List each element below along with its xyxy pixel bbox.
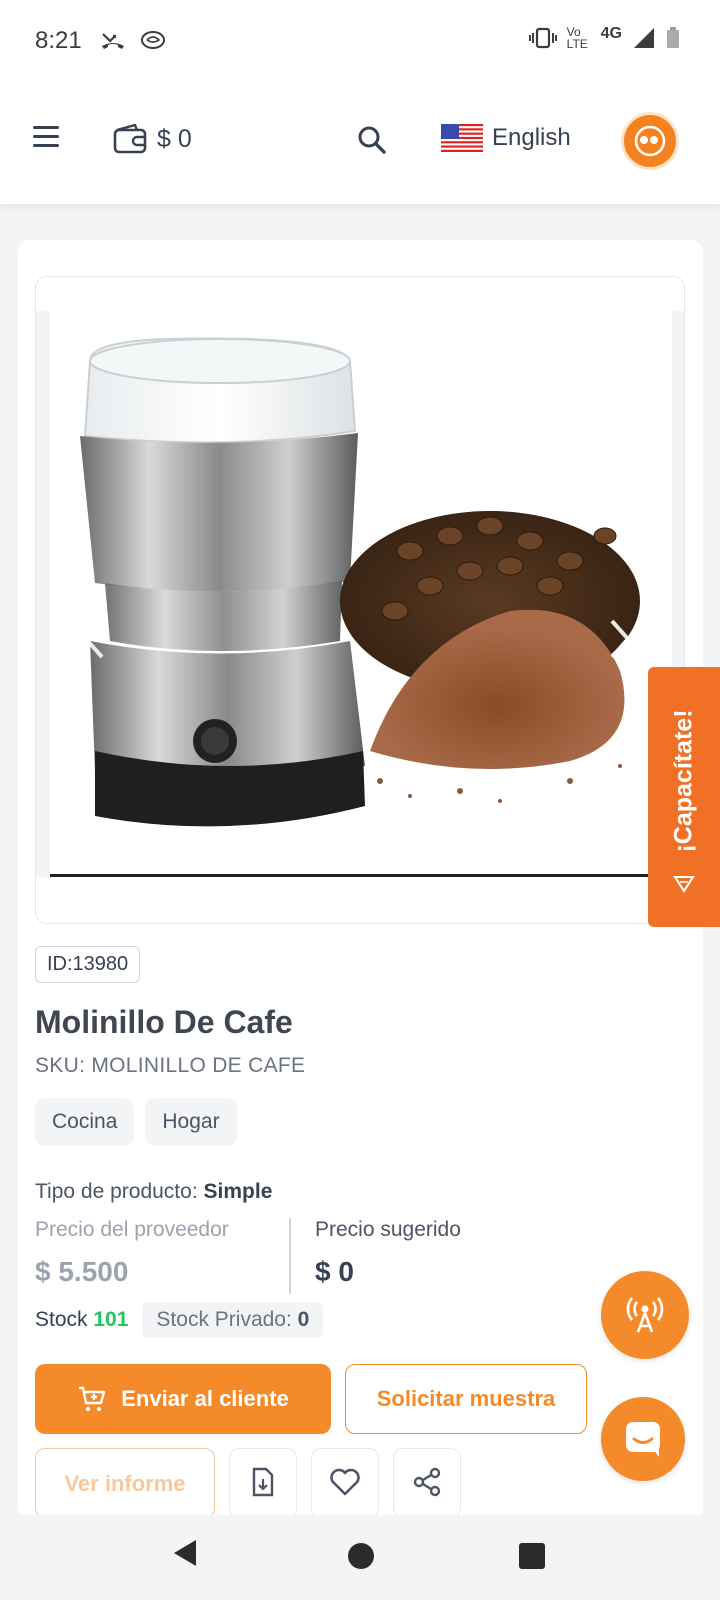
us-flag-icon [441, 124, 483, 152]
share-icon [413, 1467, 441, 1497]
price-divider [289, 1218, 291, 1294]
wallet-amount: $ 0 [157, 124, 192, 153]
user-avatar[interactable] [624, 115, 676, 167]
radio-tower-icon [626, 1297, 664, 1333]
favorite-button[interactable] [311, 1448, 379, 1518]
suggested-price: Precio sugerido $ 0 [315, 1218, 461, 1288]
coffee-grinder-illustration [80, 337, 640, 827]
heart-icon [330, 1468, 360, 1496]
tag-cocina[interactable]: Cocina [35, 1098, 135, 1146]
download-button[interactable] [229, 1448, 297, 1518]
category-tags: Cocina Hogar [35, 1098, 237, 1146]
stock-label: Stock [35, 1308, 88, 1331]
home-icon[interactable] [348, 1543, 374, 1569]
carousel-next-icon[interactable] [604, 617, 634, 661]
supplier-price-value: $ 5.500 [35, 1256, 129, 1287]
app-header: $ 0 English [0, 82, 720, 204]
share-button[interactable] [393, 1448, 461, 1518]
send-to-client-label: Enviar al cliente [121, 1386, 289, 1411]
product-type: Tipo de producto: Simple [35, 1180, 272, 1204]
product-card: ID:13980 Molinillo De Cafe SKU: MOLINILL… [18, 240, 703, 1520]
status-bar: 8:21 Vo LTE 4G [0, 0, 720, 82]
volte-indicator: Vo LTE [566, 25, 588, 51]
private-stock-value: 0 [297, 1308, 310, 1331]
product-sku: SKU: MOLINILLO DE CAFE [35, 1054, 306, 1077]
training-tab-label: ¡Capacítate! [669, 709, 698, 853]
product-type-value: Simple [203, 1180, 273, 1203]
training-tab[interactable]: ¡Capacítate! [648, 667, 720, 927]
price-box: Precio del proveedor $ 5.500 Precio suge… [35, 1218, 675, 1298]
document-download-icon [252, 1467, 274, 1497]
suggested-price-value: $ 0 [315, 1256, 354, 1287]
stock-value: 101 [93, 1308, 129, 1331]
private-stock-label: Stock Privado: [156, 1308, 292, 1331]
avatar-logo-icon [634, 125, 666, 157]
language-selector[interactable]: English [441, 124, 571, 152]
menu-icon[interactable] [33, 126, 59, 148]
training-icon [673, 876, 695, 893]
wallet-balance[interactable]: $ 0 [113, 124, 192, 154]
wallet-icon [113, 124, 147, 154]
cart-icon [79, 1386, 106, 1412]
suggested-price-label: Precio sugerido [315, 1218, 461, 1241]
chat-support-button[interactable] [601, 1397, 685, 1481]
view-report-button[interactable]: Ver informe [35, 1448, 215, 1518]
battery-icon [667, 27, 679, 48]
stock-info: Stock 101 Stock Privado: 0 [35, 1302, 324, 1338]
request-sample-button[interactable]: Solicitar muestra [345, 1364, 587, 1434]
app-notification-icon [141, 31, 165, 49]
send-to-client-button[interactable]: Enviar al cliente [35, 1364, 331, 1434]
supplier-price: Precio del proveedor $ 5.500 [35, 1218, 229, 1288]
product-type-label: Tipo de producto: [35, 1180, 198, 1203]
chat-icon [626, 1422, 660, 1457]
supplier-price-label: Precio del proveedor [35, 1218, 229, 1241]
search-icon[interactable] [356, 124, 388, 156]
status-time: 8:21 [35, 27, 82, 54]
vibrate-icon [528, 27, 557, 49]
signal-icon [634, 28, 654, 48]
carousel-prev-icon[interactable] [80, 617, 110, 661]
network-type: 4G [600, 25, 622, 42]
product-image [50, 311, 660, 877]
back-icon[interactable] [172, 1538, 198, 1568]
recent-apps-icon[interactable] [519, 1543, 545, 1569]
missed-call-icon [102, 33, 124, 49]
product-id-badge: ID:13980 [35, 946, 141, 983]
language-label: English [492, 124, 571, 151]
tag-hogar[interactable]: Hogar [145, 1098, 237, 1146]
system-navigation-bar [0, 1515, 720, 1600]
product-image-carousel[interactable] [35, 276, 685, 924]
secondary-actions: Ver informe [35, 1448, 461, 1518]
private-stock-badge: Stock Privado: 0 [142, 1302, 324, 1338]
product-title: Molinillo De Cafe [35, 1004, 293, 1040]
live-broadcast-button[interactable] [601, 1271, 689, 1359]
